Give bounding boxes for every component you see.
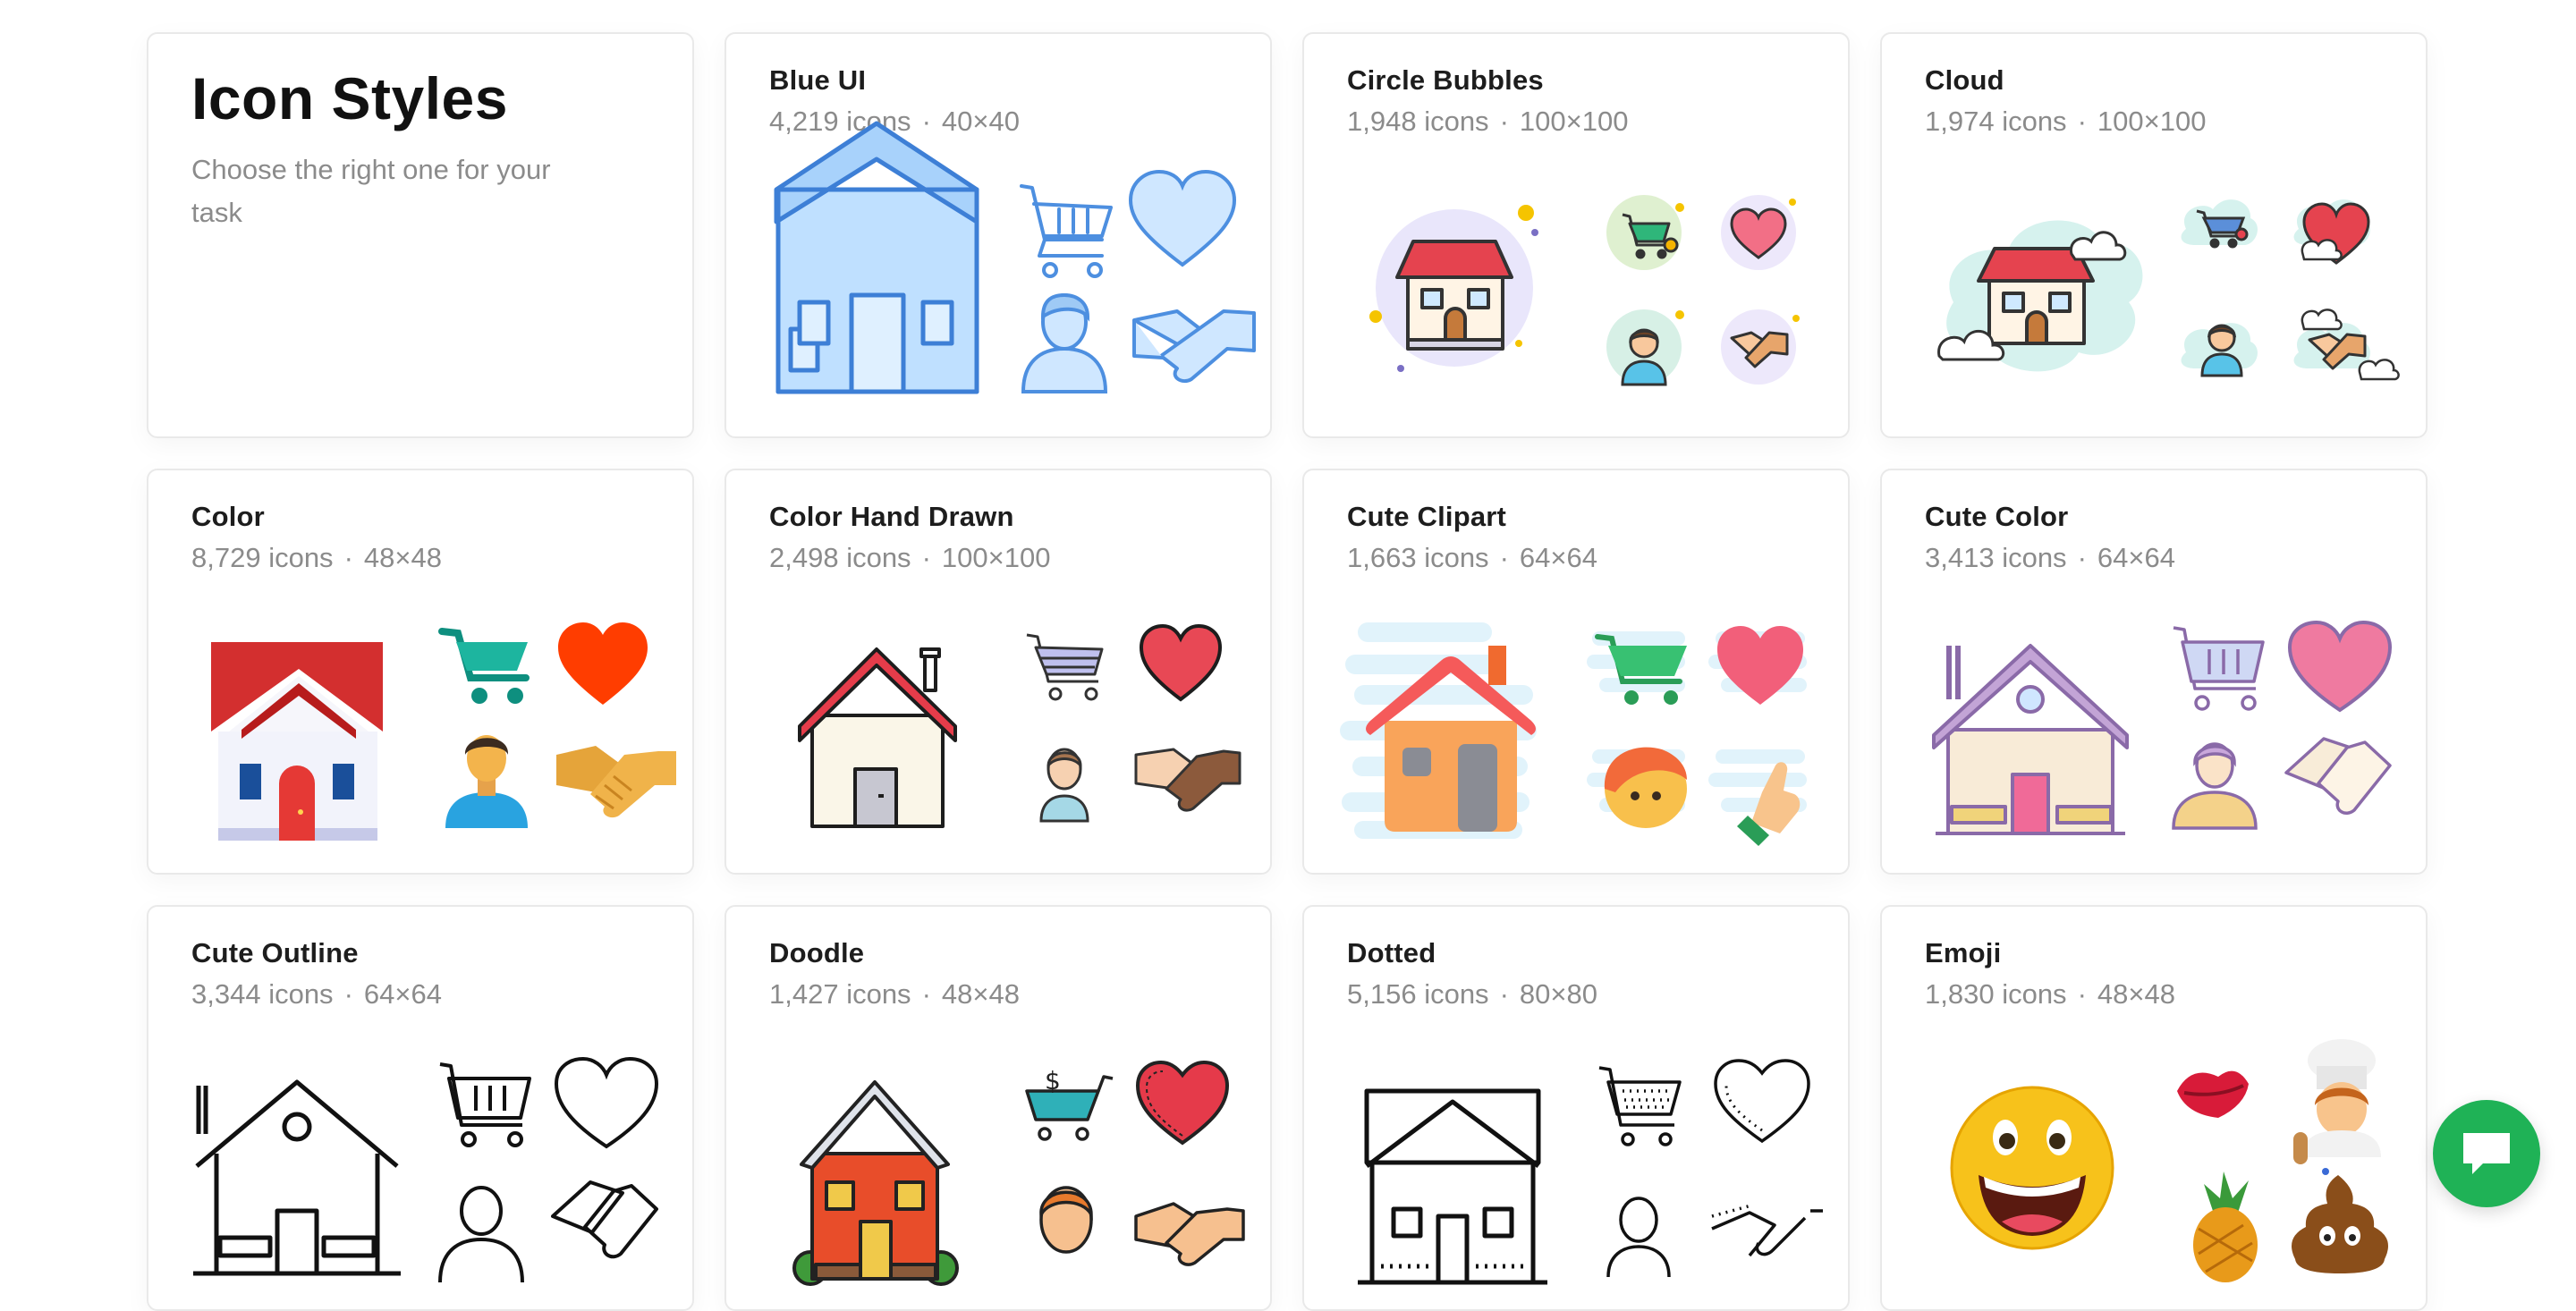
- heart-icon: [1139, 623, 1223, 702]
- person-icon: [1039, 1186, 1093, 1254]
- style-card-circle-bubbles[interactable]: Circle Bubbles 1,948 icons · 100×100: [1302, 32, 1850, 438]
- house-icon: [1395, 240, 1513, 351]
- page-subtitle: Choose the right one for your task: [191, 154, 551, 228]
- style-card-cute-color[interactable]: Cute Color 3,413 icons · 64×64: [1880, 469, 2428, 875]
- style-card-dotted[interactable]: Dotted 5,156 icons · 80×80: [1302, 905, 1850, 1311]
- style-preview: [1937, 199, 2400, 381]
- style-preview: [1340, 622, 1807, 846]
- cart-icon: [2173, 626, 2265, 711]
- heart-icon: [1135, 1060, 1230, 1146]
- house-icon: [193, 1079, 401, 1276]
- heart-icon: [2287, 620, 2393, 713]
- house-icon: [774, 121, 979, 394]
- cart-icon: [1598, 1066, 1682, 1146]
- style-preview: [1358, 1059, 1823, 1285]
- heart-icon: [1128, 169, 1237, 267]
- cart-icon: [439, 1062, 531, 1147]
- house-icon: [1932, 644, 2129, 835]
- svg-text:$: $: [1045, 1066, 1061, 1095]
- person-icon: [2172, 742, 2258, 830]
- icon-styles-grid: Icon Styles Choose the right one for you…: [147, 32, 2428, 1311]
- chef-icon: [2293, 1039, 2381, 1164]
- cart-icon: [438, 628, 530, 704]
- house-icon: [1977, 247, 2095, 345]
- style-card-emoji[interactable]: Emoji 1,830 icons · 48×48: [1880, 905, 2428, 1311]
- person-icon: [1604, 747, 1687, 828]
- handshake-icon: [2284, 737, 2392, 815]
- chat-button[interactable]: [2433, 1100, 2540, 1207]
- intro-card: Icon Styles Choose the right one for you…: [147, 32, 694, 438]
- cart-icon: [1026, 633, 1104, 701]
- style-card-cloud[interactable]: Cloud 1,974 icons · 100×100: [1880, 32, 2428, 438]
- handshake-icon: [556, 746, 676, 818]
- person-icon: [1606, 1197, 1671, 1278]
- style-preview: [1369, 195, 1800, 386]
- house-icon: [1358, 1088, 1547, 1285]
- cart-icon: [1020, 184, 1113, 278]
- handshake-icon: [1132, 309, 1256, 384]
- cart-icon: $: [1025, 1066, 1114, 1141]
- style-preview: [193, 1056, 659, 1283]
- style-preview: [1950, 1039, 2388, 1282]
- style-preview: [211, 622, 676, 841]
- house-icon: [792, 1080, 959, 1286]
- house-icon: [798, 647, 957, 828]
- style-card-cute-outline[interactable]: Cute Outline 3,344 icons · 64×64: [147, 905, 694, 1311]
- handshake-icon: [551, 1180, 658, 1259]
- chat-bubble-icon: [2463, 1133, 2510, 1174]
- style-card-doodle[interactable]: Doodle 1,427 icons · 48×48 $: [724, 905, 1272, 1311]
- grinning-face-icon: [1950, 1086, 2114, 1250]
- style-card-blue-ui[interactable]: Blue UI 4,219 icons · 40×40: [724, 32, 1272, 438]
- page-title: Icon Styles: [191, 65, 508, 131]
- person-icon: [438, 1186, 524, 1283]
- person-icon: [1021, 292, 1108, 393]
- style-preview: [798, 623, 1241, 828]
- handshake-icon: [1711, 1204, 1823, 1257]
- person-icon: [1039, 748, 1089, 823]
- cart-icon: [1595, 634, 1687, 705]
- style-preview: $: [792, 1060, 1245, 1286]
- style-preview: [774, 121, 1256, 394]
- style-card-color[interactable]: Color 8,729 icons · 48×48: [147, 469, 694, 875]
- house-icon: [211, 642, 383, 841]
- style-preview: [1932, 620, 2393, 835]
- kiss-lips-icon: [2177, 1070, 2249, 1118]
- poop-icon: [2292, 1168, 2388, 1273]
- pineapple-icon: [2193, 1171, 2258, 1282]
- person-icon: [445, 735, 528, 828]
- handshake-icon: [1134, 1202, 1245, 1266]
- heart-icon: [554, 1056, 659, 1149]
- style-card-color-hand-drawn[interactable]: Color Hand Drawn 2,498 icons · 100×100: [724, 469, 1272, 875]
- style-card-cute-clipart[interactable]: Cute Clipart 1,663 icons · 64×64: [1302, 469, 1850, 875]
- heart-icon: [558, 622, 648, 705]
- handshake-icon: [1134, 748, 1241, 812]
